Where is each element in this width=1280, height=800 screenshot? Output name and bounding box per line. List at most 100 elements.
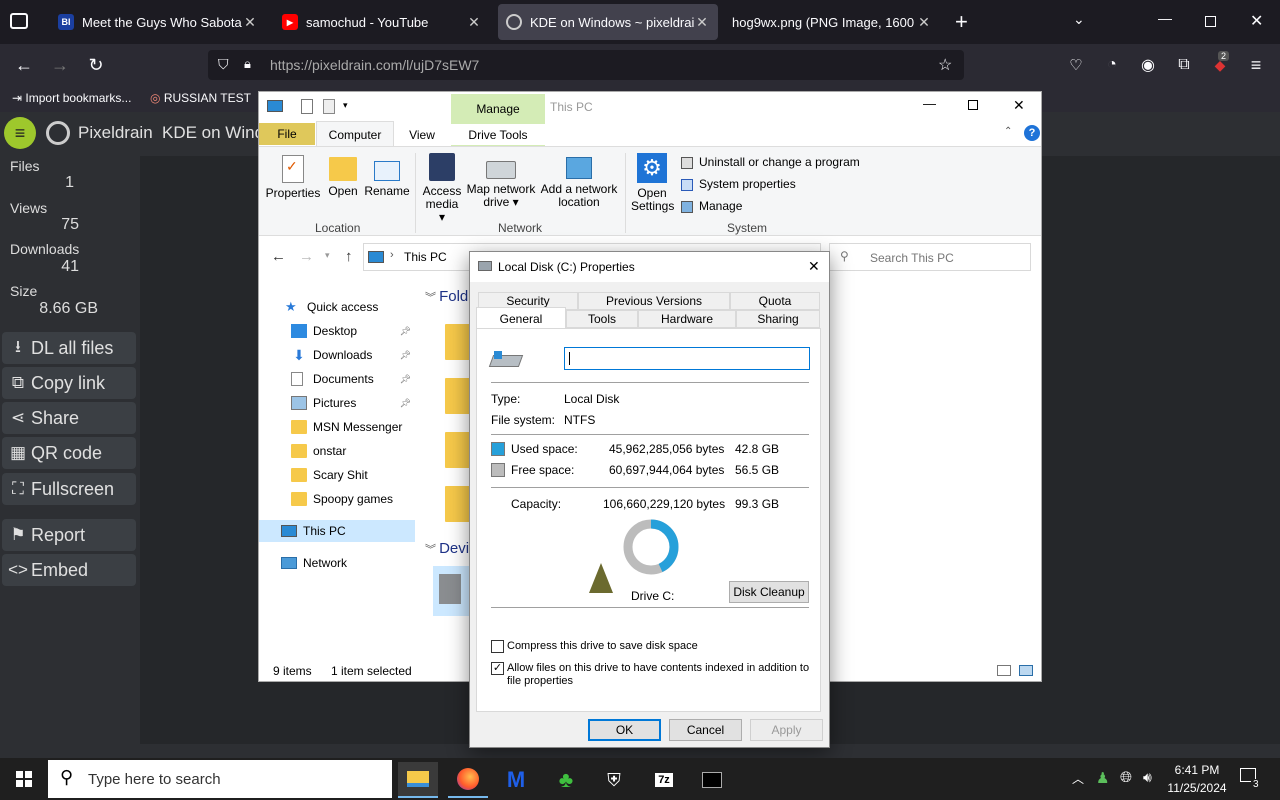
browser-tab-2[interactable]: ▶ samochud - YouTube ✕ <box>274 4 490 40</box>
report-button[interactable]: ⚑ Report <box>2 519 136 551</box>
shield-icon[interactable]: ⛉ <box>218 56 229 73</box>
close-tab-icon[interactable]: ✕ <box>242 14 258 31</box>
folder-tile[interactable] <box>445 432 471 468</box>
people-icon[interactable]: ♟ <box>1096 769 1109 787</box>
clock-date[interactable]: 11/25/2024 <box>1162 781 1232 795</box>
properties-button[interactable]: ✓ Properties <box>265 155 321 200</box>
tab-view[interactable]: View <box>397 124 447 146</box>
tab-sharing[interactable]: Sharing <box>736 310 820 328</box>
pixeldrain-logo-text[interactable]: Pixeldrain <box>78 123 153 143</box>
open-settings-button[interactable]: ⚙ Open Settings <box>631 153 674 213</box>
tab-computer[interactable]: Computer <box>316 121 394 147</box>
system-properties-button[interactable]: System properties <box>681 177 796 191</box>
volume-icon[interactable]: 🔊︎ <box>1143 769 1152 786</box>
compress-checkbox[interactable] <box>491 640 504 653</box>
new-tab-icon[interactable]: + <box>955 9 968 35</box>
security-taskbar-icon[interactable]: ⛨ <box>594 762 634 798</box>
extensions-icon[interactable]: ⧉ <box>1170 52 1198 78</box>
browser-tab-3[interactable]: KDE on Windows ~ pixeldrain ✕ <box>498 4 718 40</box>
quick-access-dropdown-icon[interactable]: ▾ <box>343 100 348 111</box>
cancel-button[interactable]: Cancel <box>669 719 742 741</box>
tab-drive-tools[interactable]: Drive Tools <box>451 124 545 146</box>
uninstall-program-button[interactable]: Uninstall or change a program <box>681 155 860 169</box>
folder-tile[interactable] <box>445 324 471 360</box>
back-icon[interactable]: ← <box>10 52 38 78</box>
lock-icon[interactable]: 🔒︎ <box>244 56 251 72</box>
folders-section-header[interactable]: ︾ Fold <box>425 288 468 305</box>
close-icon[interactable]: ✕ <box>1013 97 1025 114</box>
tab-general[interactable]: General <box>476 307 566 329</box>
close-tab-icon[interactable]: ✕ <box>466 14 482 31</box>
bookmark-star-icon[interactable]: ☆ <box>938 55 952 75</box>
tab-hardware[interactable]: Hardware <box>638 310 736 328</box>
devices-section-header[interactable]: ︾ Devi <box>425 540 469 557</box>
folder-tile[interactable] <box>445 486 471 522</box>
browser-tab-4[interactable]: hog9wx.png (PNG Image, 1600 × 9 ✕ <box>724 4 940 40</box>
local-disk-tile[interactable] <box>433 566 471 616</box>
nav-onstar[interactable]: onstar <box>259 440 415 462</box>
close-window-icon[interactable]: ✕ <box>1250 11 1263 31</box>
network-globe-icon[interactable]: 🌐︎ <box>1120 769 1132 786</box>
close-tab-icon[interactable]: ✕ <box>694 14 710 31</box>
folder-tile[interactable] <box>445 378 471 414</box>
map-network-drive-button[interactable]: Map network drive ▾ <box>465 153 537 209</box>
close-icon[interactable]: ✕ <box>808 258 820 275</box>
minimize-icon[interactable]: — <box>1158 10 1172 26</box>
nav-quick-access[interactable]: ★ Quick access <box>259 296 415 318</box>
bookmark-russian-test[interactable]: ◎ RUSSIAN TEST <box>150 91 251 105</box>
contextual-tab-manage[interactable]: Manage <box>451 94 545 124</box>
large-icons-view-icon[interactable] <box>1019 665 1033 676</box>
list-all-tabs-icon[interactable]: ⌄ <box>1073 11 1085 28</box>
ribbon-collapse-icon[interactable]: ⌃ <box>1004 126 1012 137</box>
manage-button[interactable]: Manage <box>681 199 742 213</box>
firefox-taskbar-icon[interactable] <box>448 762 488 798</box>
clock-time[interactable]: 6:41 PM <box>1168 763 1226 777</box>
open-button[interactable]: Open <box>325 155 361 198</box>
recent-locations-icon[interactable]: ▾ <box>325 250 330 261</box>
share-button[interactable]: ⋖ Share <box>2 402 136 434</box>
forward-icon[interactable]: → <box>46 52 74 78</box>
fullscreen-button[interactable]: ⛶ Fullscreen <box>2 473 136 505</box>
properties-quick-icon[interactable] <box>301 99 313 114</box>
tab-quota[interactable]: Quota <box>730 292 820 310</box>
file-explorer-taskbar-icon[interactable] <box>398 762 438 798</box>
add-network-location-button[interactable]: Add a network location <box>539 153 619 209</box>
tab-tools[interactable]: Tools <box>566 310 638 328</box>
drive-name-input[interactable] <box>564 347 810 370</box>
close-tab-icon[interactable]: ✕ <box>916 14 932 31</box>
sync-icon[interactable]: ◔ <box>1098 52 1126 78</box>
nav-scary-shit[interactable]: Scary Shit <box>259 464 415 486</box>
ok-button[interactable]: OK <box>588 719 661 741</box>
nav-downloads[interactable]: ⬇ Downloads 📌︎ <box>259 344 415 366</box>
index-checkbox[interactable]: ✓ <box>491 662 504 675</box>
qr-code-button[interactable]: ▦ QR code <box>2 437 136 469</box>
access-media-button[interactable]: Access media ▾ <box>421 153 463 224</box>
download-all-button[interactable]: ⭳ DL all files <box>2 332 136 364</box>
rename-button[interactable]: Rename <box>363 155 411 198</box>
msn-messenger-taskbar-icon[interactable]: ♣ <box>546 762 586 798</box>
nav-spoopy-games[interactable]: Spoopy games <box>259 488 415 510</box>
browser-tab-1[interactable]: BI Meet the Guys Who Sabotaged ✕ <box>50 4 266 40</box>
help-icon[interactable]: ? <box>1024 125 1040 141</box>
up-arrow-icon[interactable]: ↑ <box>345 248 353 265</box>
maximize-icon[interactable] <box>968 100 978 110</box>
copy-link-button[interactable]: ⧉ Copy link <box>2 367 136 399</box>
malwarebytes-taskbar-icon[interactable]: M <box>496 762 536 798</box>
nav-this-pc[interactable]: This PC <box>259 520 415 542</box>
nav-network[interactable]: Network <box>259 552 415 574</box>
hamburger-menu-icon[interactable]: ≡ <box>4 117 36 149</box>
nav-msn-messenger[interactable]: MSN Messenger <box>259 416 415 438</box>
account-icon[interactable]: ◉ <box>1134 52 1162 78</box>
details-view-icon[interactable] <box>997 665 1011 676</box>
show-hidden-icons[interactable]: ︿ <box>1072 770 1084 787</box>
url-bar[interactable]: ⛉ 🔒︎ https://pixeldrain.com/l/ujD7sEW7 ☆ <box>208 50 964 80</box>
restore-icon[interactable] <box>1205 16 1216 27</box>
embed-button[interactable]: <> Embed <box>2 554 136 586</box>
tab-list-icon[interactable] <box>10 13 28 29</box>
7zip-taskbar-icon[interactable]: 7z <box>644 762 684 798</box>
search-box[interactable]: ⚲ Search This PC <box>829 243 1031 271</box>
reload-icon[interactable]: ↻ <box>82 52 110 78</box>
pocket-icon[interactable]: ♡ <box>1062 52 1090 78</box>
nav-pictures[interactable]: Pictures 📌︎ <box>259 392 415 414</box>
taskbar-search-box[interactable]: ⚲ Type here to search <box>48 760 392 798</box>
